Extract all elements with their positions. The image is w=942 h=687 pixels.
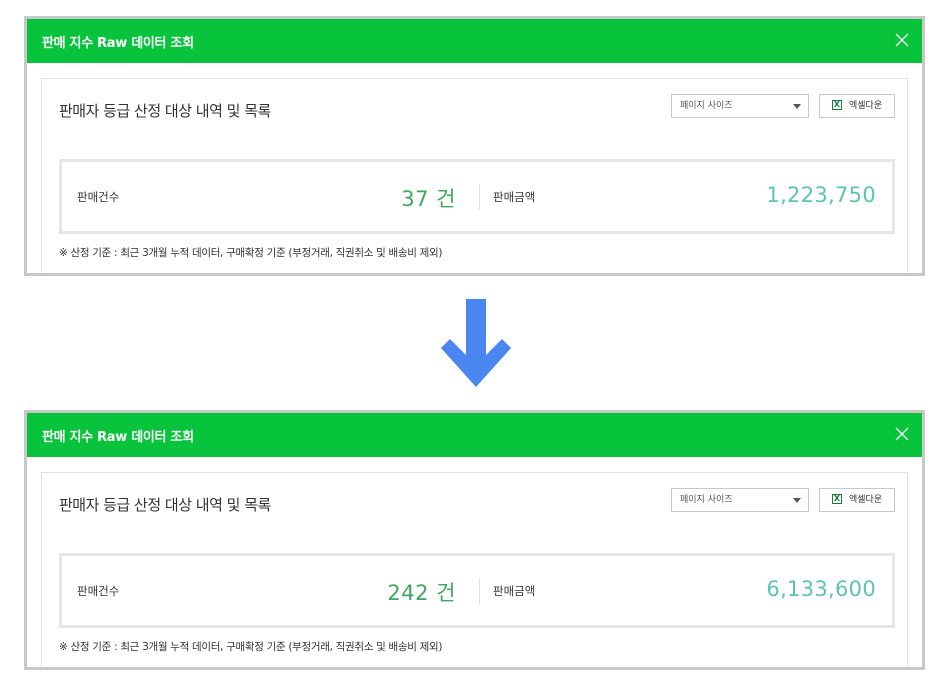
sales-count-label: 판매건수 — [77, 190, 120, 204]
page-size-label: 페이지 사이즈 — [680, 101, 733, 111]
sales-summary-box: 판매건수 37 건 판매금액 1,223,750 — [59, 159, 895, 234]
excel-icon: X — [832, 100, 842, 110]
dialog-after: 판매 지수 Raw 데이터 조회 판매자 등급 산정 대상 내역 및 목록 페이… — [24, 410, 925, 670]
sales-amount-value: 6,133,600 — [766, 577, 876, 601]
sales-count-value: 242 건 — [387, 581, 456, 605]
summary-divider — [479, 578, 480, 604]
sales-amount-label: 판매금액 — [493, 584, 536, 598]
section-heading: 판매자 등급 산정 대상 내역 및 목록 — [59, 496, 271, 514]
sales-amount-label: 판매금액 — [493, 190, 536, 204]
close-icon[interactable] — [892, 424, 912, 444]
page-size-select[interactable]: 페이지 사이즈 — [671, 488, 809, 512]
criteria-note: ※ 산정 기준 : 최근 3개월 누적 데이터, 구매확정 기준 (부정거래, … — [59, 247, 443, 259]
arrow-down-icon — [441, 299, 511, 387]
dialog-before: 판매 지수 Raw 데이터 조회 판매자 등급 산정 대상 내역 및 목록 페이… — [24, 16, 925, 276]
content-card: 판매자 등급 산정 대상 내역 및 목록 페이지 사이즈 X 엑셀다운 판매건수… — [41, 472, 908, 667]
excel-download-button[interactable]: X 엑셀다운 — [819, 488, 895, 512]
excel-icon: X — [832, 494, 842, 504]
excel-download-label: 엑셀다운 — [849, 495, 883, 505]
sales-summary-box: 판매건수 242 건 판매금액 6,133,600 — [59, 553, 895, 628]
page-size-label: 페이지 사이즈 — [680, 495, 733, 505]
summary-divider — [479, 184, 480, 210]
sales-amount-value: 1,223,750 — [766, 183, 876, 207]
section-heading: 판매자 등급 산정 대상 내역 및 목록 — [59, 102, 271, 120]
dialog-title-bar: 판매 지수 Raw 데이터 조회 — [27, 19, 922, 63]
excel-download-button[interactable]: X 엑셀다운 — [819, 94, 895, 118]
close-icon[interactable] — [892, 30, 912, 50]
criteria-note: ※ 산정 기준 : 최근 3개월 누적 데이터, 구매확정 기준 (부정거래, … — [59, 641, 443, 653]
dialog-title: 판매 지수 Raw 데이터 조회 — [42, 36, 194, 51]
dialog-title-bar: 판매 지수 Raw 데이터 조회 — [27, 413, 922, 457]
sales-count-value: 37 건 — [401, 187, 456, 211]
chevron-down-icon — [793, 498, 801, 503]
chevron-down-icon — [793, 104, 801, 109]
content-card: 판매자 등급 산정 대상 내역 및 목록 페이지 사이즈 X 엑셀다운 판매건수… — [41, 78, 908, 273]
excel-download-label: 엑셀다운 — [849, 101, 883, 111]
dialog-title: 판매 지수 Raw 데이터 조회 — [42, 430, 194, 445]
page-size-select[interactable]: 페이지 사이즈 — [671, 94, 809, 118]
sales-count-label: 판매건수 — [77, 584, 120, 598]
